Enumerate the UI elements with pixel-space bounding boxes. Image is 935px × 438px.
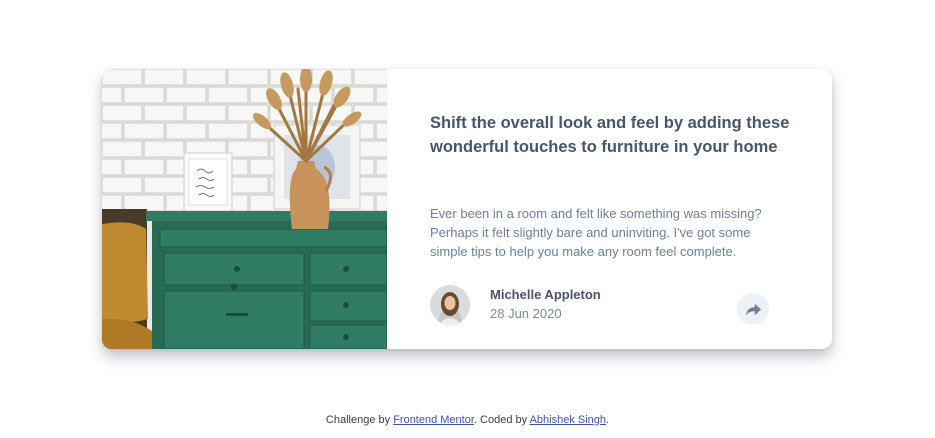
avatar: [430, 285, 470, 325]
post-date: 28 Jun 2020: [490, 306, 562, 321]
footer-middle: . Coded by: [473, 414, 530, 426]
article-content: Shift the overall look and feel by addin…: [387, 69, 832, 349]
share-arrow-icon: [745, 303, 761, 315]
author-name: Michelle Appleton: [490, 287, 601, 302]
author-section: Michelle Appleton 28 Jun 2020: [430, 285, 770, 325]
footer-suffix: .: [606, 414, 610, 426]
frontend-mentor-link[interactable]: Frontend Mentor: [393, 414, 474, 426]
share-button[interactable]: [737, 293, 769, 325]
footer-prefix: Challenge by: [325, 414, 394, 426]
attribution-footer: Challenge by Frontend Mentor. Coded by A…: [0, 414, 935, 426]
drawers-image: [102, 69, 387, 349]
author-link[interactable]: Abhishek Singh: [530, 414, 606, 426]
article-title: Shift the overall look and feel by addin…: [430, 114, 790, 156]
article-card: Shift the overall look and feel by addin…: [102, 69, 832, 349]
article-description: Ever been in a room and felt like someth…: [430, 206, 762, 259]
